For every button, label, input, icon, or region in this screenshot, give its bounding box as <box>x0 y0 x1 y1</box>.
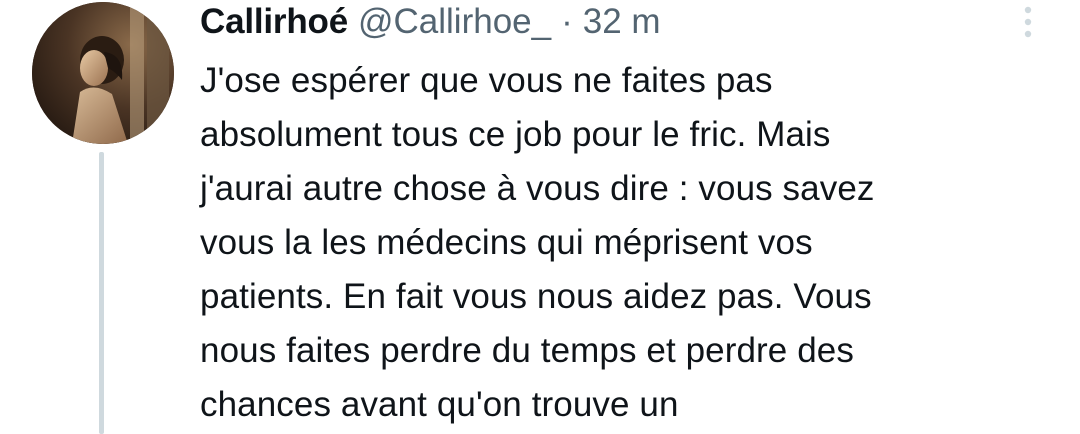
display-name[interactable]: Callirhoé <box>200 2 348 42</box>
tweet-header: Callirhoé @Callirhoe_ · 32 m <box>200 0 1020 48</box>
tweet-text: J'ose espérer que vous ne faites pas abs… <box>200 61 875 424</box>
timestamp[interactable]: 32 m <box>583 2 661 42</box>
more-vertical-icon <box>1024 6 1032 38</box>
more-options-button[interactable] <box>1020 4 1036 40</box>
avatar-image <box>32 2 174 144</box>
avatar[interactable] <box>32 2 174 144</box>
separator-dot: · <box>561 2 573 41</box>
tweet[interactable]: Callirhoé @Callirhoe_ · 32 m J'ose espér… <box>0 0 1080 434</box>
user-handle[interactable]: @Callirhoe_ <box>358 2 551 42</box>
tweet-content: Callirhoé @Callirhoe_ · 32 m J'ose espér… <box>200 0 1020 432</box>
avatar-column <box>32 2 174 434</box>
thread-line <box>99 152 104 434</box>
